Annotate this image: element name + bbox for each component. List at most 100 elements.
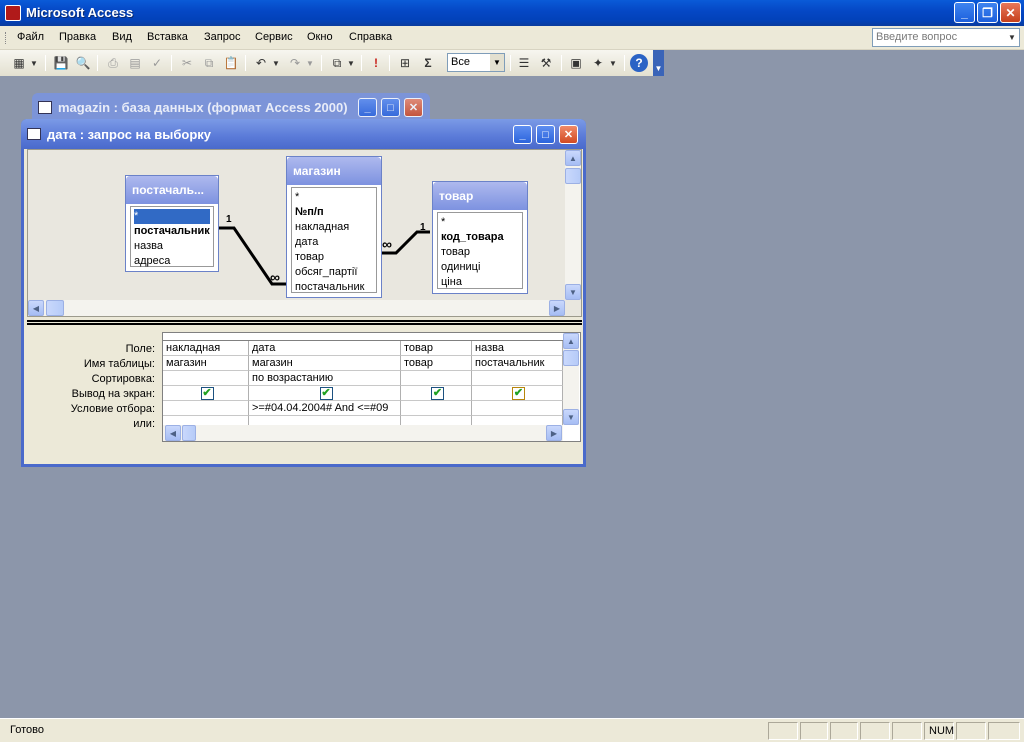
query-type-icon[interactable]: ⧉ xyxy=(328,54,346,72)
menu-query[interactable]: Запрос xyxy=(204,31,240,43)
grid-vertical-scrollbar[interactable]: ▲ ▼ xyxy=(563,333,579,425)
totals-sigma-icon[interactable]: Σ xyxy=(419,54,437,72)
query-window-title-bar[interactable]: дата : запрос на выборку _ □ ✕ xyxy=(21,119,586,149)
query-design-grid[interactable]: накладная магазин ✔ дата магазин по возр… xyxy=(162,332,581,442)
checkbox-checked-icon[interactable]: ✔ xyxy=(319,387,333,400)
grid-column[interactable]: накладная магазин ✔ xyxy=(163,341,249,431)
menu-tools[interactable]: Сервис xyxy=(255,31,293,43)
redo-dropdown-icon[interactable]: ▼ xyxy=(305,54,315,72)
grid-cell-show[interactable]: ✔ xyxy=(163,386,249,401)
menu-grip-handle[interactable] xyxy=(5,32,8,44)
scroll-left-icon[interactable]: ◀ xyxy=(28,300,44,316)
scroll-thumb[interactable] xyxy=(182,425,196,441)
scroll-up-icon[interactable]: ▲ xyxy=(563,333,579,349)
grid-column[interactable]: назва постачальник ✔ xyxy=(472,341,563,431)
cut-icon[interactable]: ✂ xyxy=(178,54,196,72)
minimize-button[interactable]: _ xyxy=(954,2,975,23)
print-preview-icon[interactable]: ▤ xyxy=(126,54,144,72)
toolbar-options-icon[interactable]: ▼ xyxy=(653,50,664,76)
field-item[interactable]: товар xyxy=(441,245,519,260)
grid-cell-criteria[interactable]: >=#04.04.2004# And <=#09 xyxy=(249,401,401,416)
grid-cell-sort[interactable] xyxy=(163,371,249,386)
field-item[interactable]: ціна xyxy=(441,275,519,290)
field-item[interactable]: постачальник xyxy=(134,224,210,239)
grid-cell-show[interactable]: ✔ xyxy=(249,386,401,401)
table-store-field-list[interactable]: * №п/п накладная дата товар обсяг_партії… xyxy=(291,187,377,293)
new-object-icon[interactable]: ✦ xyxy=(589,54,607,72)
grid-cell-show[interactable]: ✔ xyxy=(401,386,472,401)
field-item[interactable]: постачальник xyxy=(295,280,373,295)
field-item[interactable]: одиниці xyxy=(441,260,519,275)
database-window-icon[interactable]: ▣ xyxy=(567,54,585,72)
field-item[interactable]: адреса xyxy=(134,254,210,269)
diagram-vertical-scrollbar[interactable]: ▲ ▼ xyxy=(565,150,581,300)
field-item[interactable]: товар xyxy=(295,250,373,265)
scroll-up-icon[interactable]: ▲ xyxy=(565,150,581,166)
access-key-icon[interactable] xyxy=(5,5,21,21)
menu-view[interactable]: Вид xyxy=(112,31,132,43)
scroll-thumb[interactable] xyxy=(563,350,579,366)
help-icon[interactable]: ? xyxy=(630,54,648,72)
field-item[interactable]: * xyxy=(441,215,519,230)
db-maximize-button[interactable]: □ xyxy=(381,98,400,117)
menu-edit[interactable]: Правка xyxy=(59,31,96,43)
grid-cell-sort[interactable]: по возрастанию xyxy=(249,371,401,386)
table-store-header[interactable]: магазин xyxy=(287,157,381,185)
undo-dropdown-icon[interactable]: ▼ xyxy=(271,54,281,72)
grid-cell-field[interactable]: назва xyxy=(472,341,563,356)
grid-cell-criteria[interactable] xyxy=(472,401,563,416)
top-values-select[interactable]: Все ▼ xyxy=(447,53,505,72)
diagram-horizontal-scrollbar[interactable]: ◀ ▶ xyxy=(28,300,565,316)
menu-window[interactable]: Окно xyxy=(307,31,333,43)
grid-cell-field[interactable]: товар xyxy=(401,341,472,356)
column-selector-bar[interactable] xyxy=(163,333,563,341)
grid-column[interactable]: дата магазин по возрастанию ✔ >=#04.04.2… xyxy=(249,341,401,431)
db-minimize-button[interactable]: _ xyxy=(358,98,377,117)
print-icon[interactable]: ⎙ xyxy=(104,54,122,72)
chevron-down-icon[interactable]: ▼ xyxy=(1005,29,1019,46)
table-supplier[interactable]: постачаль... * постачальник назва адреса xyxy=(125,175,219,272)
chevron-down-icon[interactable]: ▼ xyxy=(490,54,504,71)
table-product-field-list[interactable]: * код_товара товар одиниці ціна xyxy=(437,212,523,289)
field-item[interactable]: дата xyxy=(295,235,373,250)
new-object-dropdown-icon[interactable]: ▼ xyxy=(608,54,618,72)
scroll-thumb[interactable] xyxy=(565,168,581,184)
grid-cell-sort[interactable] xyxy=(401,371,472,386)
show-table-icon[interactable]: ⊞ xyxy=(396,54,414,72)
restore-button[interactable]: ❐ xyxy=(977,2,998,23)
menu-file[interactable]: Файл xyxy=(17,31,44,43)
field-item[interactable]: назва xyxy=(134,239,210,254)
run-icon[interactable]: ! xyxy=(367,54,385,72)
grid-cell-table[interactable]: магазин xyxy=(249,356,401,371)
search-file-icon[interactable]: 🔍 xyxy=(74,54,92,72)
grid-cell-table[interactable]: постачальник xyxy=(472,356,563,371)
scroll-thumb[interactable] xyxy=(46,300,64,316)
copy-icon[interactable]: ⧉ xyxy=(200,54,218,72)
table-diagram-pane[interactable]: 1 ∞ ∞ 1 постачаль... * постачальник назв… xyxy=(27,149,582,317)
pane-splitter[interactable] xyxy=(27,320,582,325)
grid-cell-table[interactable]: товар xyxy=(401,356,472,371)
grid-cell-table[interactable]: магазин xyxy=(163,356,249,371)
db-close-button[interactable]: ✕ xyxy=(404,98,423,117)
scroll-right-icon[interactable]: ▶ xyxy=(549,300,565,316)
query-close-button[interactable]: ✕ xyxy=(559,125,578,144)
scroll-down-icon[interactable]: ▼ xyxy=(565,284,581,300)
view-icon[interactable]: ▦ xyxy=(10,54,28,72)
checkbox-checked-icon[interactable]: ✔ xyxy=(431,387,444,400)
build-icon[interactable]: ⚒ xyxy=(537,54,555,72)
field-item[interactable]: код_товара xyxy=(441,230,519,245)
scroll-right-icon[interactable]: ▶ xyxy=(546,425,562,441)
grid-cell-sort[interactable] xyxy=(472,371,563,386)
paste-icon[interactable]: 📋 xyxy=(222,54,240,72)
menu-help[interactable]: Справка xyxy=(349,31,392,43)
query-maximize-button[interactable]: □ xyxy=(536,125,555,144)
spelling-icon[interactable]: ✓ xyxy=(148,54,166,72)
grid-cell-field[interactable]: дата xyxy=(249,341,401,356)
grid-column[interactable]: товар товар ✔ xyxy=(401,341,472,431)
table-product[interactable]: товар * код_товара товар одиниці ціна xyxy=(432,181,528,294)
menu-insert[interactable]: Вставка xyxy=(147,31,188,43)
table-store[interactable]: магазин * №п/п накладная дата товар обся… xyxy=(286,156,382,298)
table-supplier-header[interactable]: постачаль... xyxy=(126,176,218,204)
field-item[interactable]: * xyxy=(134,209,210,224)
grid-cell-field[interactable]: накладная xyxy=(163,341,249,356)
